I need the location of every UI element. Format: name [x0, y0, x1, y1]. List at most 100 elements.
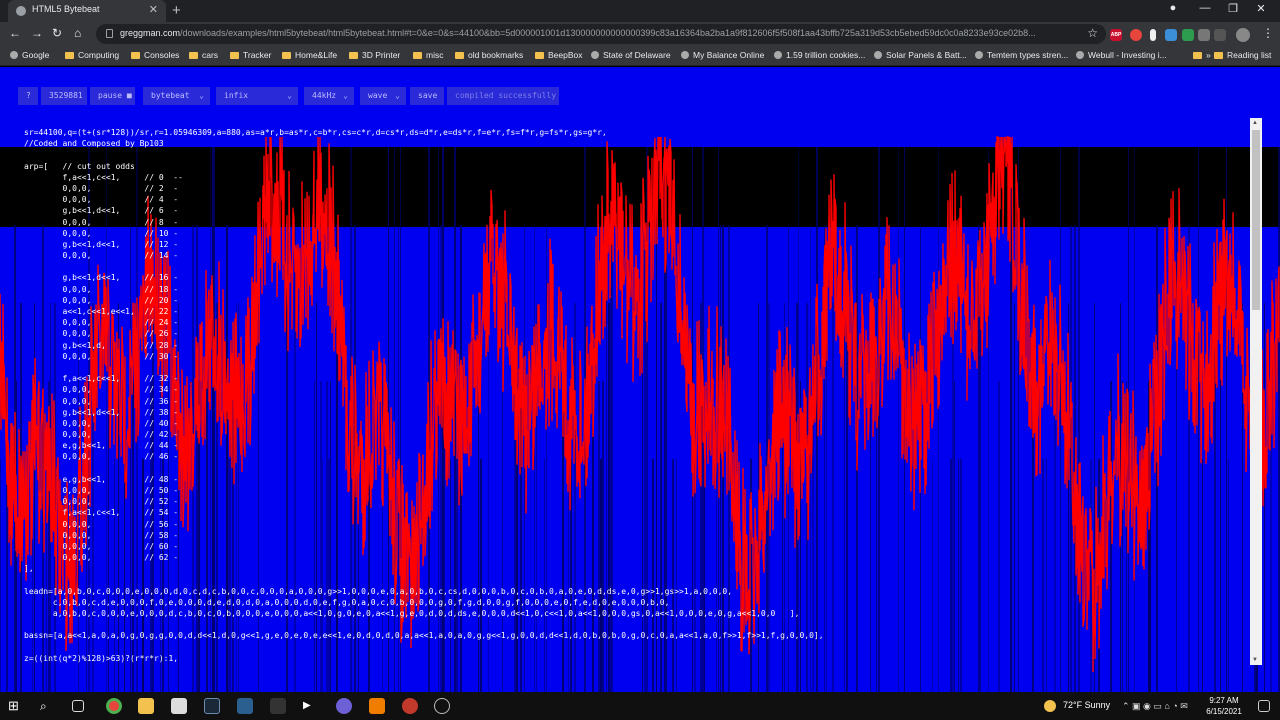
- reading-list-button[interactable]: Reading list: [1214, 50, 1271, 60]
- type-select-value: bytebeat: [151, 91, 190, 100]
- clock-time: 9:27 AM: [1209, 696, 1239, 705]
- bookmark-cars[interactable]: cars: [189, 50, 218, 60]
- minimize-icon[interactable]: —: [1190, 2, 1220, 14]
- chevron-down-icon: ⌄: [343, 91, 348, 100]
- browser-titlebar: HTML5 Bytebeat ✕ + ● — ❐ ✕: [0, 0, 1280, 22]
- url-text[interactable]: greggman.com/downloads/examples/html5byt…: [120, 28, 1075, 38]
- time-display[interactable]: 3529881: [41, 87, 87, 105]
- browser-tab[interactable]: HTML5 Bytebeat ✕: [8, 0, 166, 22]
- forward-arrow-icon[interactable]: →: [31, 26, 43, 40]
- code-line: 0,0,0, // 42 -: [24, 430, 179, 440]
- code-line: a,0,b,0,c,0,0,0,e,0,0,0,d,c,b,0,c,0,b,0,…: [24, 609, 800, 619]
- type-select[interactable]: bytebeat ⌄: [143, 87, 210, 105]
- extension-icon[interactable]: [1150, 29, 1156, 41]
- steam-icon[interactable]: [204, 698, 220, 714]
- puzzle-extensions-icon[interactable]: [1214, 29, 1226, 41]
- adblock-extension-icon[interactable]: ABP: [1110, 29, 1122, 41]
- bookmarks-overflow-button[interactable]: »: [1193, 50, 1211, 60]
- lock-icon: [106, 29, 113, 38]
- bookmark-computing[interactable]: Computing: [65, 50, 119, 60]
- scroll-up-arrow-icon[interactable]: ▲: [1252, 120, 1258, 126]
- bookmark-star-icon[interactable]: ☆: [1087, 26, 1098, 40]
- code-line: 0,0,0, // 56 -: [24, 519, 179, 529]
- tab-title: HTML5 Bytebeat: [32, 4, 100, 14]
- home-icon[interactable]: ⌂: [74, 26, 81, 40]
- bookmark-tracker[interactable]: Tracker: [230, 50, 272, 60]
- vlc-icon[interactable]: [369, 698, 385, 714]
- system-tray-icons[interactable]: ⌃ ▣ ◉ ▭ ⌂ ◔ ✉: [1122, 698, 1194, 714]
- notifications-icon[interactable]: [1258, 700, 1270, 712]
- epic-games-icon[interactable]: [270, 698, 286, 714]
- reload-icon[interactable]: ↻: [52, 26, 62, 40]
- help-button[interactable]: ?: [18, 87, 38, 105]
- expression-select[interactable]: infix ⌄: [216, 87, 298, 105]
- code-line: 0,0,0, // 4 -: [24, 195, 179, 205]
- url-host: greggman.com: [120, 28, 181, 38]
- bookmark-temtem[interactable]: Temtem types stren...: [975, 50, 1068, 60]
- pause-button[interactable]: pause ■: [90, 87, 135, 105]
- code-line: 0,0,0, // 14 -: [24, 251, 179, 261]
- code-editor[interactable]: sr=44100,q=(t+(sr*128))/sr,r=1.05946309,…: [24, 127, 824, 664]
- search-icon[interactable]: ⌕: [40, 698, 56, 714]
- code-line: 0,0,0, // 20 -: [24, 295, 179, 305]
- save-button[interactable]: save: [410, 87, 444, 105]
- app-icon[interactable]: [237, 698, 253, 714]
- kebab-menu-icon[interactable]: ⋮: [1262, 26, 1274, 40]
- view-select[interactable]: wave ⌄: [360, 87, 406, 105]
- bookmarks-bar: Google Computing Consoles cars Tracker H…: [0, 46, 1280, 66]
- extension-icon[interactable]: [1130, 29, 1142, 41]
- bookmark-beepbox[interactable]: BeepBox: [535, 50, 583, 60]
- weather-text[interactable]: 72°F Sunny: [1063, 700, 1110, 710]
- drive-extension-icon[interactable]: [1182, 29, 1194, 41]
- editor-scrollbar[interactable]: ▲ ▼: [1250, 118, 1262, 665]
- store-icon[interactable]: [171, 698, 187, 714]
- code-line: z=((int(q*2)%128)>63)?(r*r*r):1,: [24, 653, 179, 663]
- globe-icon: [16, 6, 26, 16]
- code-line: g,b<<1,d<<1, // 38 -: [24, 407, 179, 417]
- code-line: 0,0,0, // 26 -: [24, 329, 179, 339]
- bookmark-webull[interactable]: Webull - Investing i...: [1076, 50, 1167, 60]
- bookmark-3d-printer[interactable]: 3D Printer: [349, 50, 400, 60]
- bookmark-google[interactable]: Google: [10, 50, 49, 60]
- task-view-icon[interactable]: [72, 700, 84, 712]
- bookmark-consoles[interactable]: Consoles: [131, 50, 179, 60]
- bookmark-my-balance-online[interactable]: My Balance Online: [681, 50, 764, 60]
- code-line: 0,0,0, // 62 -: [24, 553, 179, 563]
- extension-icon[interactable]: [1198, 29, 1210, 41]
- address-bar[interactable]: greggman.com/downloads/examples/html5byt…: [96, 24, 1106, 44]
- windows-start-icon[interactable]: ⊞: [8, 698, 24, 714]
- app-icon[interactable]: [402, 698, 418, 714]
- code-line: g,b<<1,d<<1, // 16 -: [24, 273, 179, 283]
- bookmark-solar-panels[interactable]: Solar Panels & Batt...: [874, 50, 967, 60]
- bookmark-misc[interactable]: misc: [413, 50, 443, 60]
- back-arrow-icon[interactable]: ←: [9, 26, 21, 40]
- profile-icon[interactable]: ●: [1158, 2, 1188, 14]
- app-icon[interactable]: [434, 698, 450, 714]
- tab-close-icon[interactable]: ✕: [149, 3, 158, 16]
- bookmark-state-of-delaware[interactable]: State of Delaware: [591, 50, 671, 60]
- sample-rate-select[interactable]: 44kHz ⌄: [304, 87, 354, 105]
- app-icon[interactable]: [336, 698, 352, 714]
- bookmark-old-bookmarks[interactable]: old bookmarks: [455, 50, 523, 60]
- avatar[interactable]: [1236, 28, 1250, 42]
- code-line: arp=[ // cut out odds: [24, 161, 135, 171]
- new-tab-button[interactable]: +: [172, 2, 181, 19]
- maximize-icon[interactable]: ❐: [1218, 2, 1248, 15]
- bookmark-homelife[interactable]: Home&Life: [282, 50, 337, 60]
- media-player-icon[interactable]: ▶: [303, 698, 319, 714]
- close-window-icon[interactable]: ✕: [1246, 2, 1276, 15]
- extension-icon[interactable]: [1165, 29, 1177, 41]
- code-line: 0,0,0, // 60 -: [24, 541, 179, 551]
- chevron-down-icon: ⌄: [395, 91, 400, 100]
- file-explorer-icon[interactable]: [138, 698, 154, 714]
- bookmark-cookies[interactable]: 1.59 trillion cookies...: [774, 50, 865, 60]
- chrome-icon[interactable]: [106, 698, 122, 714]
- code-line: 0,0,0, // 30 -: [24, 351, 179, 361]
- sun-icon: [1044, 700, 1056, 712]
- taskbar-clock[interactable]: 9:27 AM 6/15/2021: [1202, 695, 1246, 717]
- scrollbar-thumb[interactable]: [1252, 130, 1260, 310]
- compile-status: compiled successfully: [447, 87, 559, 105]
- clock-date: 6/15/2021: [1206, 707, 1242, 716]
- chevron-down-icon: ⌄: [199, 91, 204, 100]
- scroll-down-arrow-icon[interactable]: ▼: [1252, 657, 1258, 663]
